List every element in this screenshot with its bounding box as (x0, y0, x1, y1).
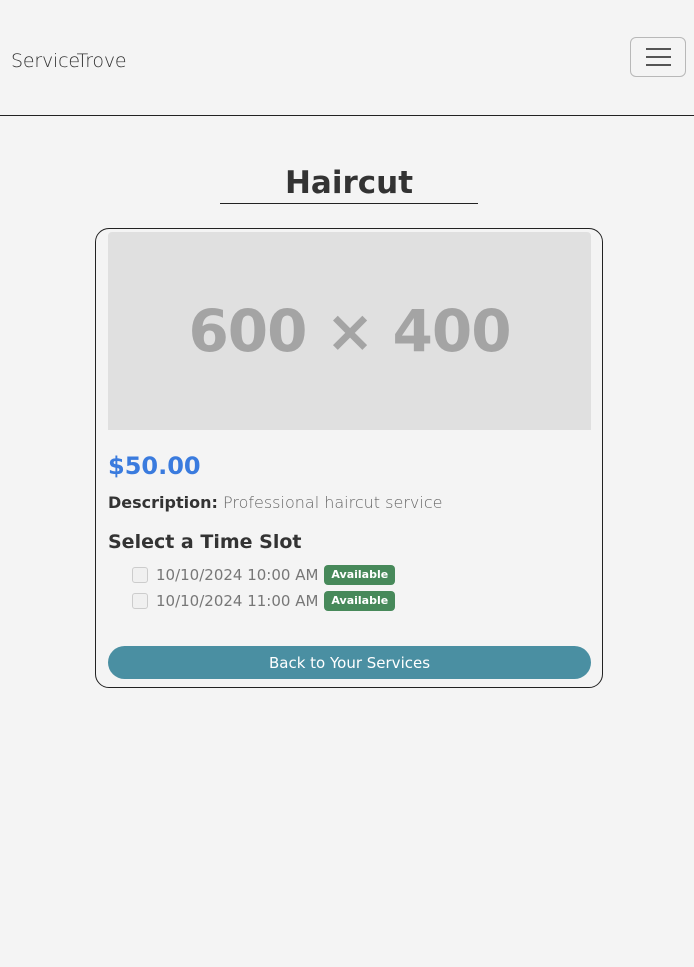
service-image-placeholder: 600 × 400 (108, 232, 591, 430)
page-title: Haircut (284, 165, 414, 201)
service-description: Description: Professional haircut servic… (108, 493, 442, 512)
back-to-services-button[interactable]: Back to Your Services (108, 646, 591, 679)
time-slot-option[interactable]: 10/10/2024 11:00 AM Available (132, 591, 396, 611)
navbar: ServiceTrove (0, 0, 694, 116)
time-slot-option[interactable]: 10/10/2024 10:00 AM Available (132, 565, 396, 585)
placeholder-text: 600 × 400 (188, 297, 511, 365)
status-badge: Available (324, 565, 396, 585)
service-price: $50.00 (108, 452, 201, 480)
description-label: Description: (108, 493, 218, 512)
description-text: Professional haircut service (222, 493, 443, 512)
time-slot-checkbox[interactable] (132, 567, 148, 583)
brand-logo[interactable]: ServiceTrove (11, 50, 127, 72)
time-slot-label: 10/10/2024 10:00 AM (156, 566, 319, 584)
page-title-wrapper: Haircut (220, 163, 478, 204)
time-slot-checkbox[interactable] (132, 593, 148, 609)
navbar-toggler-button[interactable] (630, 37, 686, 77)
time-slot-heading: Select a Time Slot (108, 531, 302, 553)
time-slot-label: 10/10/2024 11:00 AM (156, 592, 319, 610)
service-card: 600 × 400 $50.00 Description: Profession… (95, 228, 603, 688)
status-badge: Available (324, 591, 396, 611)
